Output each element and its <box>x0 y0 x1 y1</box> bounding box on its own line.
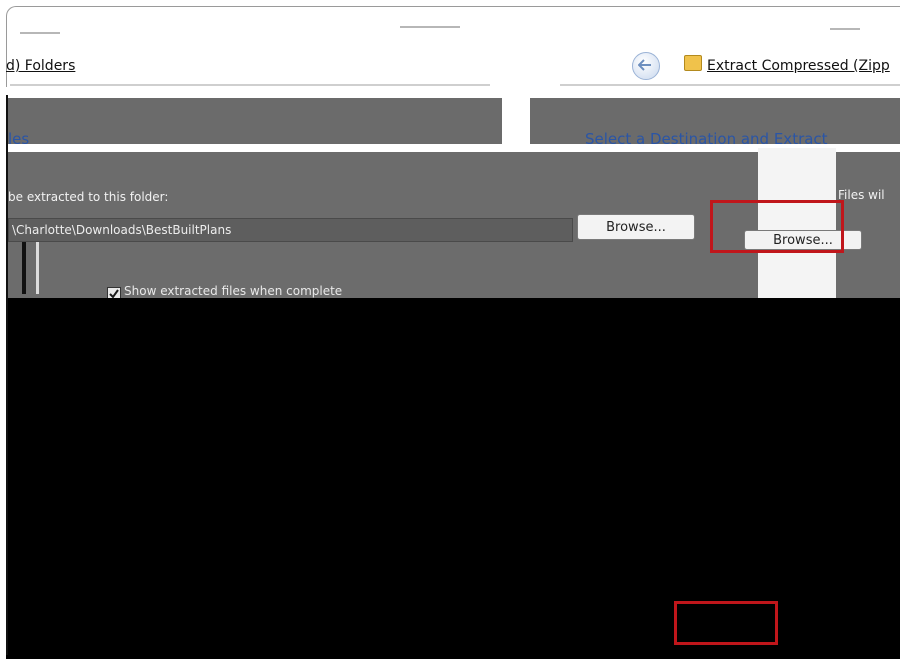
breadcrumb-compressed-folders[interactable]: d) Folders <box>6 58 75 74</box>
titlebar-artifact <box>20 32 60 34</box>
titlebar-artifact <box>830 28 860 30</box>
divider <box>560 84 900 86</box>
destination-path-input[interactable]: \Charlotte\Downloads\BestBuiltPlans <box>8 218 573 242</box>
window-left-edge <box>6 95 8 655</box>
page-heading: Select a Destination and Extract <box>585 130 828 148</box>
left-wizard-panel <box>6 98 502 144</box>
show-files-label: Show extracted files when complete <box>124 284 343 298</box>
back-button[interactable] <box>632 52 660 80</box>
highlight-box-extract <box>674 601 778 645</box>
titlebar-artifact <box>400 26 460 28</box>
content-panel-right <box>836 152 900 298</box>
scroll-artifact <box>22 242 26 294</box>
highlight-box-browse <box>710 200 844 253</box>
extract-destination-label: be extracted to this folder: <box>8 190 169 204</box>
dialog-title: Extract Compressed (Zipp <box>707 58 890 74</box>
divider <box>10 84 490 86</box>
back-arrow-icon <box>638 59 651 71</box>
page-heading-left: les <box>8 130 30 148</box>
browse-button[interactable]: Browse... <box>577 214 695 240</box>
extract-destination-label-right: Files wil <box>838 188 885 202</box>
scroll-artifact <box>36 242 39 294</box>
zip-folder-icon <box>684 55 702 71</box>
window-frame <box>6 6 900 87</box>
